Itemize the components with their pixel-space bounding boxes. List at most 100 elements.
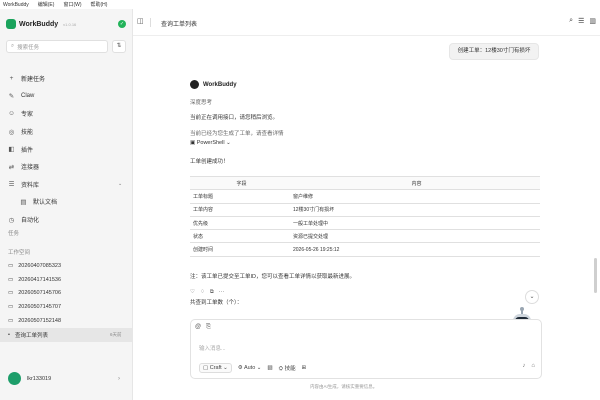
folder-icon: ▭	[8, 276, 14, 283]
user-profile[interactable]: lkr133019	[8, 372, 51, 385]
search-icon[interactable]: ⌕	[569, 17, 573, 25]
sidebar-item-new-task[interactable]: + 新建任务	[0, 70, 133, 88]
sidebar-item-claw[interactable]: ✎ Claw	[0, 88, 133, 106]
table-header-row: 字段 内容	[190, 175, 540, 191]
table-cell: 资源已提交处理	[290, 229, 540, 244]
task-time: 6天前	[110, 331, 122, 337]
grid-icon[interactable]: ⊞	[302, 365, 307, 371]
assistant-header: WorkBuddy	[190, 80, 237, 89]
more-icon[interactable]: ⋯	[219, 289, 225, 296]
scrollbar[interactable]	[594, 258, 597, 293]
table-row: 创建时间 2026-05-26 19:25:12	[190, 242, 540, 257]
sidebar-nav: + 新建任务 ✎ Claw ☺ 专家 ◎ 技能 ◧ 插件 ⇄ 连接器 ☰ 资料库 ⌄ ▤ 默认文档…	[0, 70, 133, 228]
chevron-right-icon[interactable]: ›	[118, 376, 120, 382]
message-composer[interactable]: @ ⎘ 输入消息... ▢ Craft ⌄ ⚙ Auto ⌄ ▧ ⛭ 技能 ⊞ …	[190, 319, 542, 379]
like-icon[interactable]: ♡	[190, 289, 195, 296]
task-list: ▭ 20260407085323 ▭ 20260417141536 ▭ 2026050…	[0, 259, 133, 342]
chevron-down-icon: ⌄	[118, 181, 123, 188]
tasks-section-label: 任务	[8, 231, 20, 237]
assistant-text: 当前正在调用接口，请您稍后浏览。	[190, 115, 279, 121]
thinking-label[interactable]: 深度思考	[190, 98, 212, 106]
message-actions: ♡ ♢ ⧉ ⋯	[190, 289, 224, 296]
send-icon[interactable]: ⌂	[531, 363, 535, 369]
status-ok-icon: ✓	[118, 20, 126, 28]
sidebar-item-library[interactable]: ☰ 资料库 ⌄	[0, 176, 133, 194]
menu-app[interactable]: WorkBuddy	[3, 2, 29, 8]
composer-send-area: ♪ ⌂	[522, 363, 535, 369]
table-row: 工单内容 12楼30寸门有损坏	[190, 202, 540, 217]
table-cell: 工单内容	[190, 202, 290, 217]
task-item[interactable]: ▭ 20260507152148	[0, 314, 133, 328]
copy-icon[interactable]: ⧉	[210, 289, 214, 296]
composer-placeholder: 输入消息...	[199, 346, 226, 352]
brand-name: WorkBuddy	[19, 20, 59, 28]
filter-button[interactable]: ⇅	[112, 40, 126, 53]
sidebar-item-skill[interactable]: ◎ 技能	[0, 123, 133, 141]
sidebar: WorkBuddy v1.0.16 ✓ ⌕ 搜索任务 ⇅ + 新建任务 ✎ Claw…	[0, 9, 133, 400]
workspace-section-label: 工作空间	[8, 250, 31, 256]
list-icon[interactable]: ☰	[578, 17, 584, 25]
header-actions: ⌕ ☰ ▥	[569, 17, 596, 25]
expert-icon: ☺	[8, 110, 15, 118]
menu-window[interactable]: 窗口(W)	[63, 1, 81, 8]
assistant-avatar	[190, 80, 199, 89]
dislike-icon[interactable]: ♢	[200, 289, 205, 296]
scroll-down-button[interactable]: ⌄	[525, 290, 539, 304]
user-name: lkr133019	[27, 375, 52, 382]
sidebar-item-expert[interactable]: ☺ 专家	[0, 105, 133, 123]
menu-bar: WorkBuddy 编辑(E) 窗口(W) 帮助(H)	[0, 0, 600, 9]
plugin-icon: ◧	[8, 146, 15, 154]
assistant-note: 注：该工单已提交至工单ID，您可以查看工单详情以获取最新进展。	[190, 274, 356, 280]
sidebar-item-plugin[interactable]: ◧ 插件	[0, 140, 133, 158]
disclaimer: 内容由AI生成，请核实重要信息。	[310, 384, 378, 389]
page-title: 查询工单列表	[161, 22, 198, 28]
table-cell: 一般工单处理中	[290, 215, 540, 231]
mode-select[interactable]: ▢ Craft ⌄	[199, 363, 232, 373]
task-item[interactable]: ▭ 20260507145706	[0, 287, 133, 301]
brand: WorkBuddy v1.0.16	[6, 19, 76, 29]
task-item[interactable]: ▭ 20260507145707	[0, 300, 133, 314]
table-header: 字段	[190, 175, 290, 191]
bullet-icon: •	[8, 331, 10, 338]
table-row: 优先级 一般工单处理中	[190, 215, 540, 231]
connector-icon: ⇄	[8, 163, 15, 171]
doc-icon: ▤	[20, 198, 27, 206]
composer-toolbar: @ ⎘	[195, 324, 211, 331]
table-row: 状态 资源已提交处理	[190, 229, 540, 244]
sidebar-toggle-icon[interactable]: ◫	[137, 17, 144, 25]
folder-icon: ▭	[8, 290, 14, 297]
divider	[150, 18, 151, 27]
table-cell: 2026-05-26 19:25:12	[290, 242, 540, 257]
assistant-text: 当前已经为您生成了工单，请查看详情	[190, 131, 284, 137]
search-icon: ⌕	[11, 43, 15, 49]
task-item[interactable]: ▭ 20260407085323	[0, 259, 133, 273]
mic-icon[interactable]: ♪	[522, 363, 525, 369]
sidebar-item-default-doc[interactable]: ▤ 默认文档	[0, 193, 133, 211]
avatar	[8, 372, 21, 385]
attach-icon[interactable]: ⎘	[206, 324, 211, 331]
table-cell: 12楼30寸门有损坏	[290, 202, 540, 217]
search-input[interactable]: ⌕ 搜索任务	[6, 40, 108, 53]
tool-call[interactable]: ▣ PowerShell ⌄	[190, 140, 231, 146]
model-select[interactable]: ⚙ Auto ⌄	[238, 365, 262, 371]
sidebar-item-automation[interactable]: ◷ 自动化	[0, 211, 133, 229]
image-icon[interactable]: ▧	[267, 365, 272, 371]
panel-icon[interactable]: ▥	[589, 17, 596, 25]
app-window: WorkBuddy 编辑(E) 窗口(W) 帮助(H) WorkBuddy v1…	[0, 0, 600, 400]
menu-edit[interactable]: 编辑(E)	[38, 1, 55, 8]
folder-icon: ▭	[8, 318, 14, 325]
terminal-icon: ▣	[190, 140, 197, 146]
sidebar-item-connector[interactable]: ⇄ 连接器	[0, 158, 133, 176]
header: ◫ 查询工单列表 ⌕ ☰ ▥	[133, 9, 600, 35]
claw-icon: ✎	[8, 93, 15, 101]
at-icon[interactable]: @	[195, 324, 201, 331]
library-icon: ☰	[8, 181, 15, 189]
plus-icon: +	[9, 75, 14, 83]
task-item-active[interactable]: • 查询工单列表 6天前	[0, 327, 133, 342]
task-item[interactable]: ▭ 20260417141536	[0, 273, 133, 287]
table-cell: 状态	[190, 229, 290, 244]
menu-help[interactable]: 帮助(H)	[91, 1, 108, 8]
divider	[133, 35, 600, 36]
skill-icon: ◎	[8, 128, 15, 136]
skill-button[interactable]: ⛭ 技能	[279, 364, 296, 373]
